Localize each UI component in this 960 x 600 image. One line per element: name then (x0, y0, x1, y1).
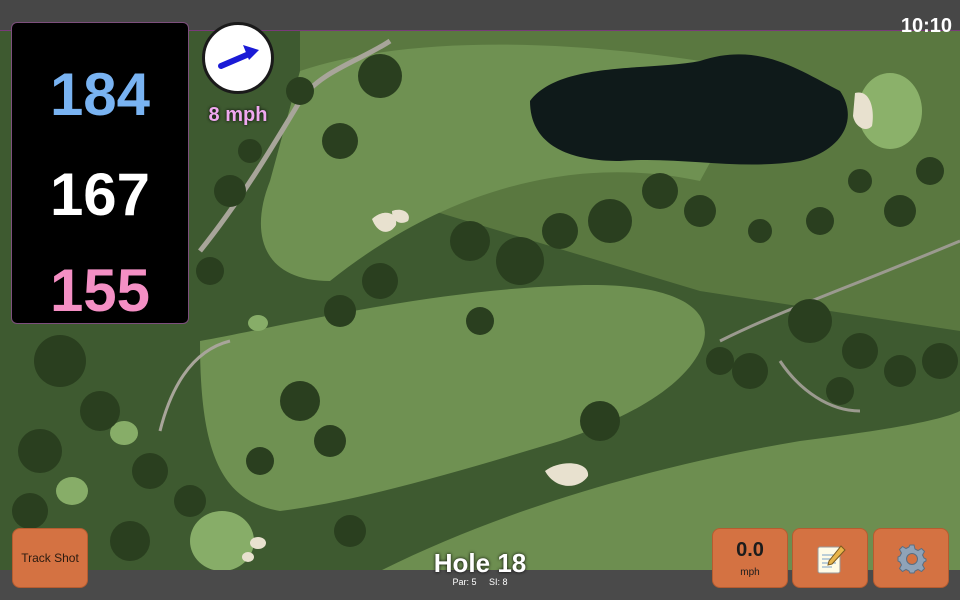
speed-button[interactable]: 0.0 mph (712, 528, 788, 588)
clock: 10:10 (900, 15, 952, 37)
settings-button[interactable] (873, 528, 949, 588)
notes-button[interactable] (792, 528, 868, 588)
hole-si: SI: 8 (489, 577, 508, 587)
hole-par: Par: 5 (452, 577, 477, 587)
speed-value: 0.0 (736, 539, 764, 561)
distance-middle: 167 (49, 161, 151, 228)
wind-direction-arrow-icon (218, 45, 259, 69)
distance-back: 184 (49, 61, 151, 128)
hole-title: Hole 18 (433, 548, 527, 578)
distance-panel: 184 167 155 (11, 22, 189, 324)
notepad-icon (817, 545, 846, 574)
track-shot-label: Track Shot (21, 551, 79, 565)
wind-speed-label: 8 mph (208, 104, 268, 126)
distance-front: 155 (49, 257, 151, 324)
track-shot-button[interactable]: Track Shot (12, 528, 88, 588)
hole-info: Par: 5 SI: 8 (380, 577, 580, 587)
wind-indicator (202, 22, 274, 94)
gear-icon (897, 544, 927, 574)
speed-unit: mph (740, 567, 760, 578)
